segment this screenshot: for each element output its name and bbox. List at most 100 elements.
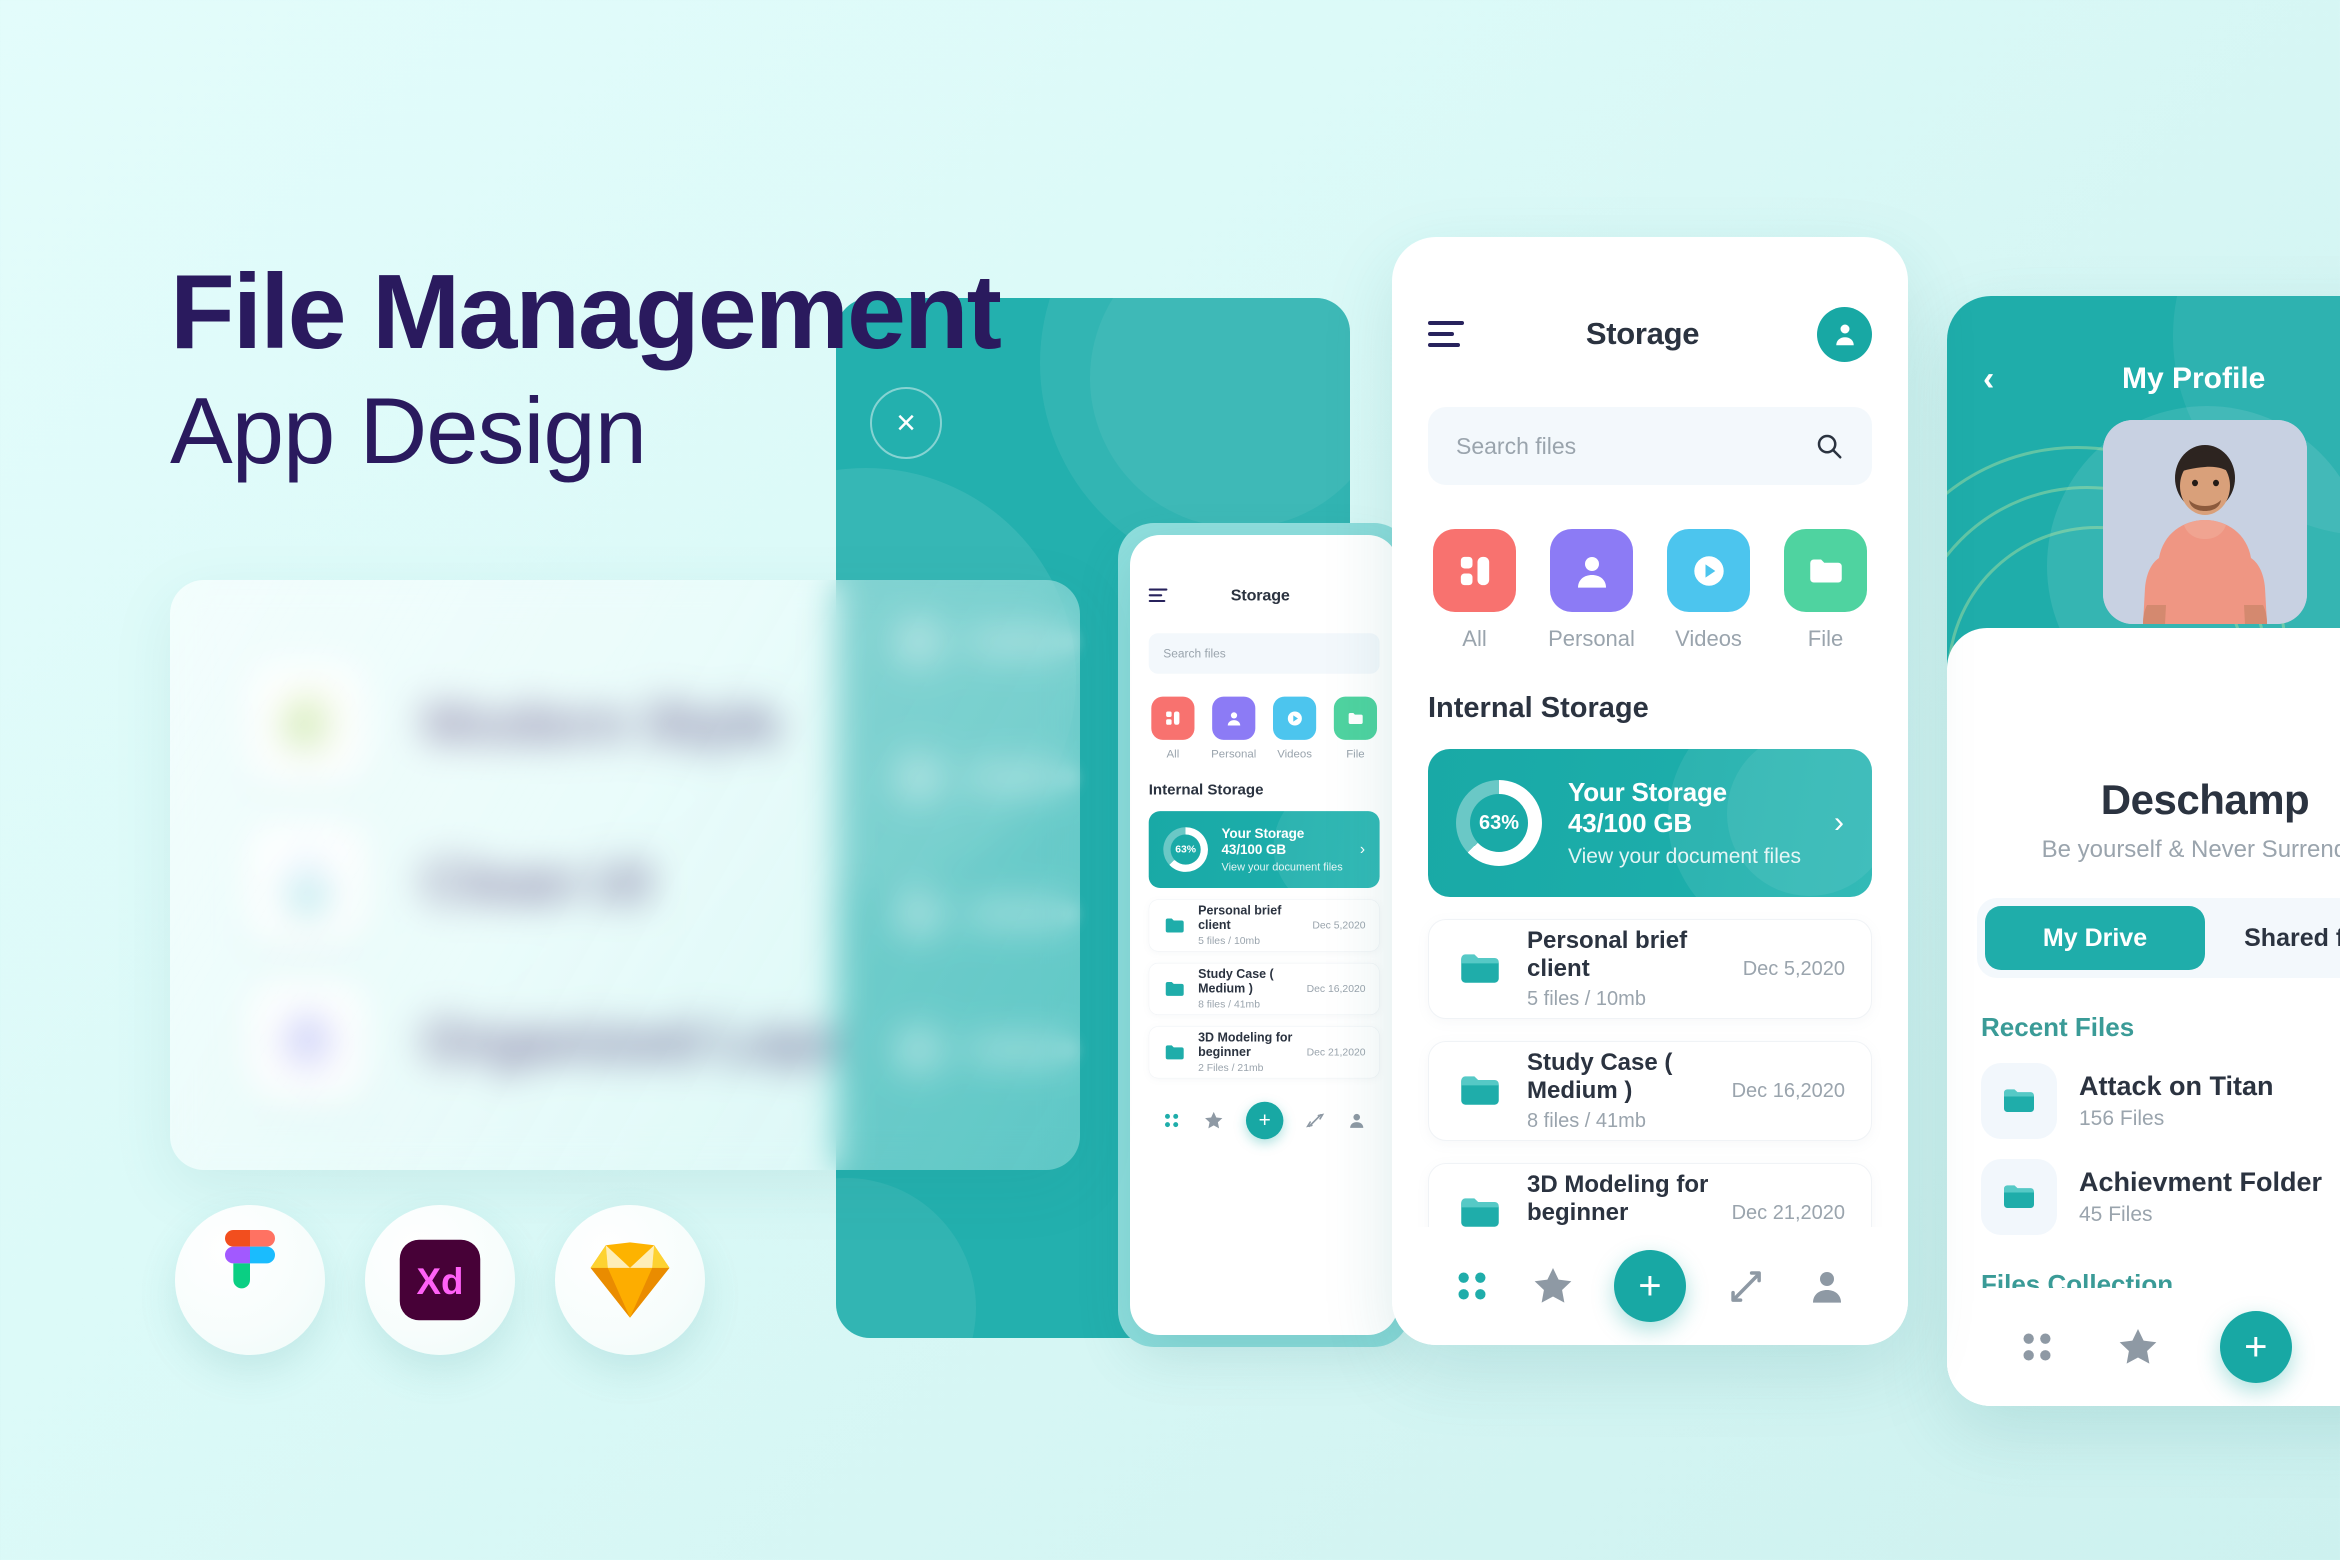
add-icon[interactable]: + — [1245, 1101, 1284, 1140]
profile-phone-screen: ‹ My Profile Deschamp Be yourself & Neve… — [1947, 296, 2340, 1406]
file-meta: 8 files / 41mb — [1527, 1110, 1646, 1132]
file-date: Dec 16,2020 — [1731, 1079, 1845, 1102]
star-icon — [1205, 1111, 1223, 1129]
list-item[interactable]: Attack on Titan 156 Files — [1981, 1063, 2340, 1139]
search-input[interactable]: Search files — [1428, 407, 1872, 485]
file-meta: 5 files / 10mb — [1527, 988, 1646, 1010]
profile-avatar-button[interactable] — [1817, 306, 1872, 362]
play-icon — [1273, 696, 1317, 740]
category-label: All — [1462, 626, 1487, 651]
page-title: File Management — [170, 253, 1002, 371]
recent-file-meta: 156 Files — [2079, 1107, 2165, 1130]
category-all[interactable]: All — [1428, 529, 1521, 652]
back-category-label: Videos — [1277, 747, 1312, 761]
avatar — [2103, 420, 2307, 624]
category-file[interactable]: File — [1779, 529, 1872, 652]
back-category-personal[interactable]: Personal — [1210, 696, 1258, 761]
tool-logo-row: Xd — [175, 1205, 705, 1355]
category-videos[interactable]: Videos — [1662, 529, 1755, 652]
grid-icon[interactable] — [2017, 1327, 2057, 1367]
storage-percent-label: 63% — [1478, 811, 1520, 834]
back-category-file[interactable]: File — [1331, 696, 1379, 761]
back-section-title: Internal Storage — [1148, 781, 1264, 799]
chevron-right-icon: › — [1359, 840, 1366, 858]
storage-card-subtitle: View your document files — [1568, 845, 1802, 868]
recent-file-meta: 45 Files — [2079, 1203, 2153, 1226]
page-title: Storage — [1585, 316, 1700, 351]
grid-icon — [1165, 1113, 1179, 1128]
folder-icon — [1981, 1159, 2057, 1235]
back-file-row[interactable]: Personal brief client 5 files / 10mb Dec… — [1148, 899, 1380, 952]
figma-logo — [225, 1230, 275, 1289]
back-storage-card[interactable]: 63% Your Storage 43/100 GB View your doc… — [1148, 811, 1380, 889]
grid-icon — [1151, 696, 1195, 740]
back-category-row: All Personal Videos File — [1130, 674, 1398, 761]
table-row[interactable]: Personal brief client 5 files / 10mb Dec… — [1428, 919, 1872, 1019]
back-topbar: Storage — [1130, 575, 1398, 616]
back-phone-storage-screen: Storage Search files All Personal Videos… — [1130, 535, 1398, 1335]
search-placeholder: Search files — [1456, 432, 1577, 459]
category-personal[interactable]: Personal — [1545, 529, 1638, 652]
star-icon[interactable] — [1531, 1264, 1575, 1308]
back-file-row[interactable]: 3D Modeling for beginner 2 Files / 21mb … — [1148, 1026, 1380, 1079]
back-category-all[interactable]: All — [1149, 696, 1197, 761]
category-label: Videos — [1675, 626, 1742, 651]
folder-icon — [1461, 954, 1499, 983]
back-storage-subtitle: View your document files — [1221, 861, 1343, 873]
add-button[interactable]: + — [2219, 1311, 2292, 1383]
tab-my-drive[interactable]: My Drive — [1985, 906, 2205, 970]
file-date: Dec 5,2020 — [1742, 957, 1845, 980]
figma-logo-badge — [175, 1205, 325, 1355]
sketch-logo — [590, 1242, 670, 1318]
features-frosted-card — [170, 580, 1080, 1170]
file-name: Personal brief client — [1527, 927, 1688, 982]
back-file-row[interactable]: Study Case ( Medium ) 8 files / 41mb Dec… — [1148, 962, 1380, 1015]
recent-file-name: Achievment Folder — [2079, 1167, 2323, 1197]
play-icon — [1667, 529, 1750, 612]
star-icon[interactable] — [2116, 1325, 2160, 1369]
file-date: Dec 21,2020 — [1731, 1201, 1845, 1224]
add-icon: + — [1638, 1264, 1662, 1308]
grid-icon — [1433, 529, 1516, 612]
folder-icon — [1333, 696, 1377, 740]
category-label: Personal — [1548, 626, 1635, 651]
back-storage-donut: 63% — [1163, 827, 1208, 872]
table-row[interactable]: Study Case ( Medium ) 8 files / 41mb Dec… — [1428, 1041, 1872, 1141]
person-icon — [1350, 1113, 1364, 1128]
folder-icon — [1165, 918, 1184, 933]
profile-page-title: My Profile — [2121, 362, 2266, 395]
folder-icon — [1461, 1076, 1499, 1105]
profile-bottom-tabbar: + — [1947, 1288, 2340, 1406]
search-icon[interactable] — [1814, 431, 1844, 461]
adobe-xd-logo-badge: Xd — [365, 1205, 515, 1355]
add-button[interactable]: + — [1613, 1250, 1686, 1322]
section-title-internal-storage: Internal Storage — [1428, 692, 1649, 724]
person-icon — [1212, 696, 1256, 740]
tab-shared-files[interactable]: Shared files — [2205, 906, 2340, 970]
transfer-icon — [1306, 1113, 1325, 1128]
folder-icon — [1165, 981, 1184, 996]
transfer-icon[interactable] — [1725, 1265, 1767, 1307]
profile-tagline: Be yourself & Never Surrender — [2041, 836, 2340, 863]
back-search-input[interactable]: Search files — [1148, 633, 1380, 674]
chevron-left-icon[interactable]: ‹ — [1983, 362, 1994, 396]
hamburger-menu-icon[interactable] — [1148, 588, 1170, 603]
grid-icon[interactable] — [1452, 1266, 1492, 1306]
storage-summary-card[interactable]: 63% Your Storage 43/100 GB View your doc… — [1428, 749, 1872, 897]
file-name: Study Case ( Medium ) — [1527, 1049, 1673, 1104]
back-category-videos[interactable]: Videos — [1270, 696, 1318, 761]
list-item[interactable]: Achievment Folder 45 Files — [1981, 1159, 2340, 1235]
recent-files-title: Recent Files — [1981, 1012, 2135, 1042]
person-icon[interactable] — [1806, 1265, 1848, 1307]
person-icon — [1550, 529, 1633, 612]
storage-card-title: Your Storage 43/100 GB — [1568, 777, 1727, 838]
page-subtitle: App Design — [170, 378, 647, 484]
svg-text:Xd: Xd — [417, 1261, 464, 1302]
hamburger-menu-icon[interactable] — [1428, 321, 1468, 347]
back-category-label: All — [1166, 747, 1180, 761]
back-category-label: File — [1346, 747, 1365, 761]
profile-topbar: ‹ My Profile — [1947, 344, 2340, 414]
folder-icon — [1784, 529, 1867, 612]
storage-phone-screen: Storage Search files All Personal Videos… — [1392, 237, 1908, 1345]
back-search-placeholder: Search files — [1163, 646, 1226, 661]
